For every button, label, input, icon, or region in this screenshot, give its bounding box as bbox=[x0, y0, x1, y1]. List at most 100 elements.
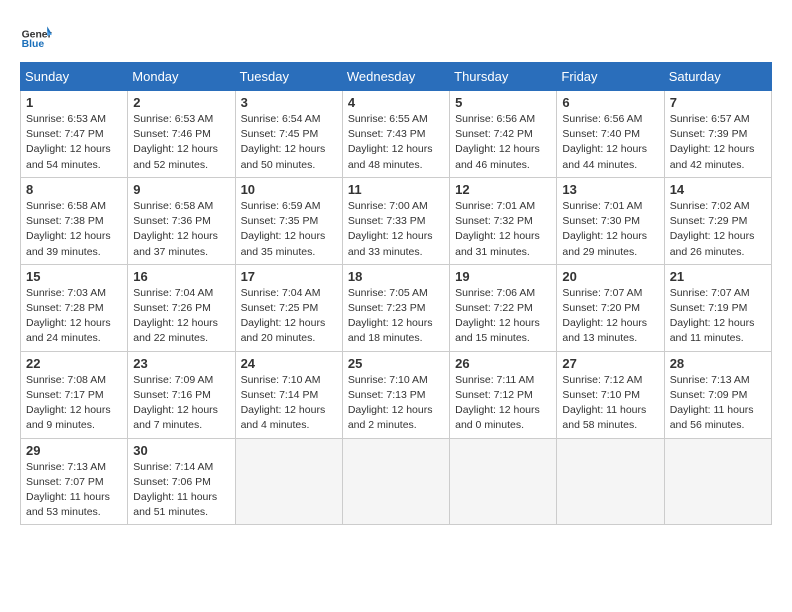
day-number: 4 bbox=[348, 95, 444, 110]
day-number: 9 bbox=[133, 182, 229, 197]
calendar-week-2: 8 Sunrise: 6:58 AMSunset: 7:38 PMDaylight… bbox=[21, 177, 772, 264]
calendar-week-1: 1Sunrise: 6:53 AMSunset: 7:47 PMDaylight… bbox=[21, 91, 772, 178]
day-number: 11 bbox=[348, 182, 444, 197]
day-info: Sunrise: 7:09 AMSunset: 7:16 PMDaylight:… bbox=[133, 373, 229, 434]
calendar-cell: 9 Sunrise: 6:58 AMSunset: 7:36 PMDaylight… bbox=[128, 177, 235, 264]
calendar-cell: 10 Sunrise: 6:59 AMSunset: 7:35 PMDayligh… bbox=[235, 177, 342, 264]
calendar-cell: 28 Sunrise: 7:13 AMSunset: 7:09 PMDayligh… bbox=[664, 351, 771, 438]
calendar-cell: 13 Sunrise: 7:01 AMSunset: 7:30 PMDayligh… bbox=[557, 177, 664, 264]
day-info: Sunrise: 7:00 AMSunset: 7:33 PMDaylight:… bbox=[348, 199, 444, 260]
calendar-week-4: 22 Sunrise: 7:08 AMSunset: 7:17 PMDayligh… bbox=[21, 351, 772, 438]
calendar-cell: 8 Sunrise: 6:58 AMSunset: 7:38 PMDaylight… bbox=[21, 177, 128, 264]
day-number: 22 bbox=[26, 356, 122, 371]
day-number: 15 bbox=[26, 269, 122, 284]
day-number: 17 bbox=[241, 269, 337, 284]
calendar-cell: 5 Sunrise: 6:56 AMSunset: 7:42 PMDaylight… bbox=[450, 91, 557, 178]
day-number: 28 bbox=[670, 356, 766, 371]
weekday-header-friday: Friday bbox=[557, 63, 664, 91]
calendar-cell: 20 Sunrise: 7:07 AMSunset: 7:20 PMDayligh… bbox=[557, 264, 664, 351]
day-number: 20 bbox=[562, 269, 658, 284]
day-info: Sunrise: 7:01 AMSunset: 7:30 PMDaylight:… bbox=[562, 199, 658, 260]
day-info: Sunrise: 6:53 AMSunset: 7:47 PMDaylight:… bbox=[26, 112, 122, 173]
weekday-header-tuesday: Tuesday bbox=[235, 63, 342, 91]
calendar-cell: 21 Sunrise: 7:07 AMSunset: 7:19 PMDayligh… bbox=[664, 264, 771, 351]
calendar-cell: 25 Sunrise: 7:10 AMSunset: 7:13 PMDayligh… bbox=[342, 351, 449, 438]
day-number: 6 bbox=[562, 95, 658, 110]
weekday-header-monday: Monday bbox=[128, 63, 235, 91]
day-number: 5 bbox=[455, 95, 551, 110]
day-number: 19 bbox=[455, 269, 551, 284]
calendar-cell: 17 Sunrise: 7:04 AMSunset: 7:25 PMDayligh… bbox=[235, 264, 342, 351]
day-number: 18 bbox=[348, 269, 444, 284]
day-number: 16 bbox=[133, 269, 229, 284]
calendar-cell: 30 Sunrise: 7:14 AMSunset: 7:06 PMDayligh… bbox=[128, 438, 235, 525]
day-info: Sunrise: 7:02 AMSunset: 7:29 PMDaylight:… bbox=[670, 199, 766, 260]
day-info: Sunrise: 6:55 AMSunset: 7:43 PMDaylight:… bbox=[348, 112, 444, 173]
day-info: Sunrise: 7:12 AMSunset: 7:10 PMDaylight:… bbox=[562, 373, 658, 434]
calendar-cell: 6 Sunrise: 6:56 AMSunset: 7:40 PMDaylight… bbox=[557, 91, 664, 178]
day-number: 3 bbox=[241, 95, 337, 110]
day-info: Sunrise: 7:03 AMSunset: 7:28 PMDaylight:… bbox=[26, 286, 122, 347]
day-info: Sunrise: 7:04 AMSunset: 7:25 PMDaylight:… bbox=[241, 286, 337, 347]
calendar-cell: 27 Sunrise: 7:12 AMSunset: 7:10 PMDayligh… bbox=[557, 351, 664, 438]
calendar-header-row: SundayMondayTuesdayWednesdayThursdayFrid… bbox=[21, 63, 772, 91]
day-number: 25 bbox=[348, 356, 444, 371]
day-info: Sunrise: 7:05 AMSunset: 7:23 PMDaylight:… bbox=[348, 286, 444, 347]
day-info: Sunrise: 7:13 AMSunset: 7:07 PMDaylight:… bbox=[26, 460, 122, 521]
day-number: 2 bbox=[133, 95, 229, 110]
calendar-cell: 19 Sunrise: 7:06 AMSunset: 7:22 PMDayligh… bbox=[450, 264, 557, 351]
svg-text:Blue: Blue bbox=[22, 39, 45, 50]
logo: General Blue bbox=[20, 20, 52, 52]
calendar-week-5: 29 Sunrise: 7:13 AMSunset: 7:07 PMDayligh… bbox=[21, 438, 772, 525]
calendar-cell: 22 Sunrise: 7:08 AMSunset: 7:17 PMDayligh… bbox=[21, 351, 128, 438]
day-info: Sunrise: 7:01 AMSunset: 7:32 PMDaylight:… bbox=[455, 199, 551, 260]
day-info: Sunrise: 7:13 AMSunset: 7:09 PMDaylight:… bbox=[670, 373, 766, 434]
day-number: 21 bbox=[670, 269, 766, 284]
calendar-cell: 12 Sunrise: 7:01 AMSunset: 7:32 PMDayligh… bbox=[450, 177, 557, 264]
calendar-cell: 2 Sunrise: 6:53 AMSunset: 7:46 PMDaylight… bbox=[128, 91, 235, 178]
day-info: Sunrise: 6:53 AMSunset: 7:46 PMDaylight:… bbox=[133, 112, 229, 173]
calendar-cell bbox=[664, 438, 771, 525]
day-info: Sunrise: 7:08 AMSunset: 7:17 PMDaylight:… bbox=[26, 373, 122, 434]
day-info: Sunrise: 6:56 AMSunset: 7:42 PMDaylight:… bbox=[455, 112, 551, 173]
day-number: 8 bbox=[26, 182, 122, 197]
day-number: 29 bbox=[26, 443, 122, 458]
calendar-cell: 18 Sunrise: 7:05 AMSunset: 7:23 PMDayligh… bbox=[342, 264, 449, 351]
calendar-cell: 14Sunrise: 7:02 AMSunset: 7:29 PMDayligh… bbox=[664, 177, 771, 264]
calendar-cell: 3 Sunrise: 6:54 AMSunset: 7:45 PMDaylight… bbox=[235, 91, 342, 178]
day-number: 30 bbox=[133, 443, 229, 458]
day-info: Sunrise: 7:14 AMSunset: 7:06 PMDaylight:… bbox=[133, 460, 229, 521]
calendar-cell bbox=[557, 438, 664, 525]
day-number: 24 bbox=[241, 356, 337, 371]
calendar-cell: 24Sunrise: 7:10 AMSunset: 7:14 PMDayligh… bbox=[235, 351, 342, 438]
day-number: 27 bbox=[562, 356, 658, 371]
calendar-cell: 16Sunrise: 7:04 AMSunset: 7:26 PMDayligh… bbox=[128, 264, 235, 351]
day-info: Sunrise: 6:58 AMSunset: 7:36 PMDaylight:… bbox=[133, 199, 229, 260]
day-number: 23 bbox=[133, 356, 229, 371]
calendar-cell: 23 Sunrise: 7:09 AMSunset: 7:16 PMDayligh… bbox=[128, 351, 235, 438]
calendar-cell: 1Sunrise: 6:53 AMSunset: 7:47 PMDaylight… bbox=[21, 91, 128, 178]
day-info: Sunrise: 6:57 AMSunset: 7:39 PMDaylight:… bbox=[670, 112, 766, 173]
calendar-cell bbox=[235, 438, 342, 525]
day-info: Sunrise: 6:56 AMSunset: 7:40 PMDaylight:… bbox=[562, 112, 658, 173]
day-info: Sunrise: 7:06 AMSunset: 7:22 PMDaylight:… bbox=[455, 286, 551, 347]
weekday-header-saturday: Saturday bbox=[664, 63, 771, 91]
logo-icon: General Blue bbox=[20, 20, 52, 52]
day-number: 26 bbox=[455, 356, 551, 371]
day-number: 7 bbox=[670, 95, 766, 110]
weekday-header-thursday: Thursday bbox=[450, 63, 557, 91]
day-info: Sunrise: 7:07 AMSunset: 7:19 PMDaylight:… bbox=[670, 286, 766, 347]
day-number: 10 bbox=[241, 182, 337, 197]
page-header: General Blue bbox=[20, 20, 772, 52]
calendar-cell: 7 Sunrise: 6:57 AMSunset: 7:39 PMDaylight… bbox=[664, 91, 771, 178]
day-info: Sunrise: 6:54 AMSunset: 7:45 PMDaylight:… bbox=[241, 112, 337, 173]
day-number: 12 bbox=[455, 182, 551, 197]
day-info: Sunrise: 7:10 AMSunset: 7:13 PMDaylight:… bbox=[348, 373, 444, 434]
day-number: 13 bbox=[562, 182, 658, 197]
calendar-cell: 11 Sunrise: 7:00 AMSunset: 7:33 PMDayligh… bbox=[342, 177, 449, 264]
day-info: Sunrise: 6:59 AMSunset: 7:35 PMDaylight:… bbox=[241, 199, 337, 260]
calendar-cell: 4 Sunrise: 6:55 AMSunset: 7:43 PMDaylight… bbox=[342, 91, 449, 178]
day-info: Sunrise: 6:58 AMSunset: 7:38 PMDaylight:… bbox=[26, 199, 122, 260]
day-info: Sunrise: 7:07 AMSunset: 7:20 PMDaylight:… bbox=[562, 286, 658, 347]
calendar-cell bbox=[450, 438, 557, 525]
